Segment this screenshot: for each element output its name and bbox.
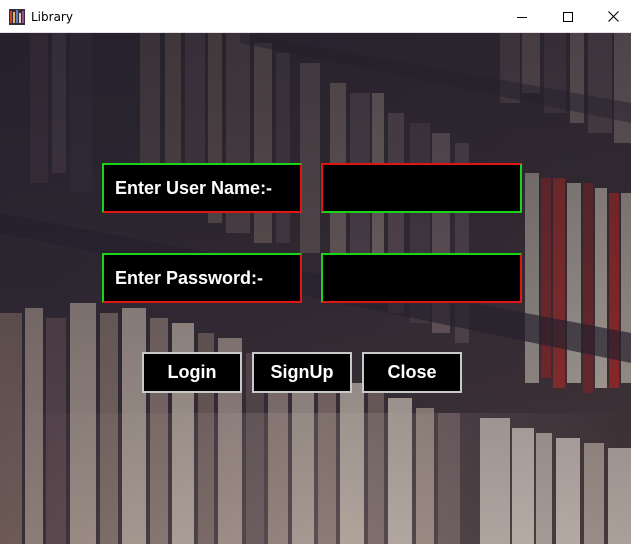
maximize-button[interactable] [545,0,591,33]
login-button[interactable]: Login [142,352,242,393]
window-close-button[interactable] [590,0,631,33]
library-app-icon [9,9,25,25]
signup-button[interactable]: SignUp [252,352,352,393]
close-icon [607,11,619,22]
minimize-icon [517,16,527,18]
password-label: Enter Password:- [102,253,302,303]
password-input[interactable] [321,253,522,303]
username-label: Enter User Name:- [102,163,302,213]
username-input[interactable] [321,163,522,213]
close-button[interactable]: Close [362,352,462,393]
title-bar[interactable]: Library [0,0,631,33]
bookshelf-background-image [0,33,631,544]
minimize-button[interactable] [499,0,545,33]
library-window: Library Enter User Name:- Enter Password… [0,0,631,544]
window-title: Library [31,10,73,24]
maximize-icon [563,11,573,22]
